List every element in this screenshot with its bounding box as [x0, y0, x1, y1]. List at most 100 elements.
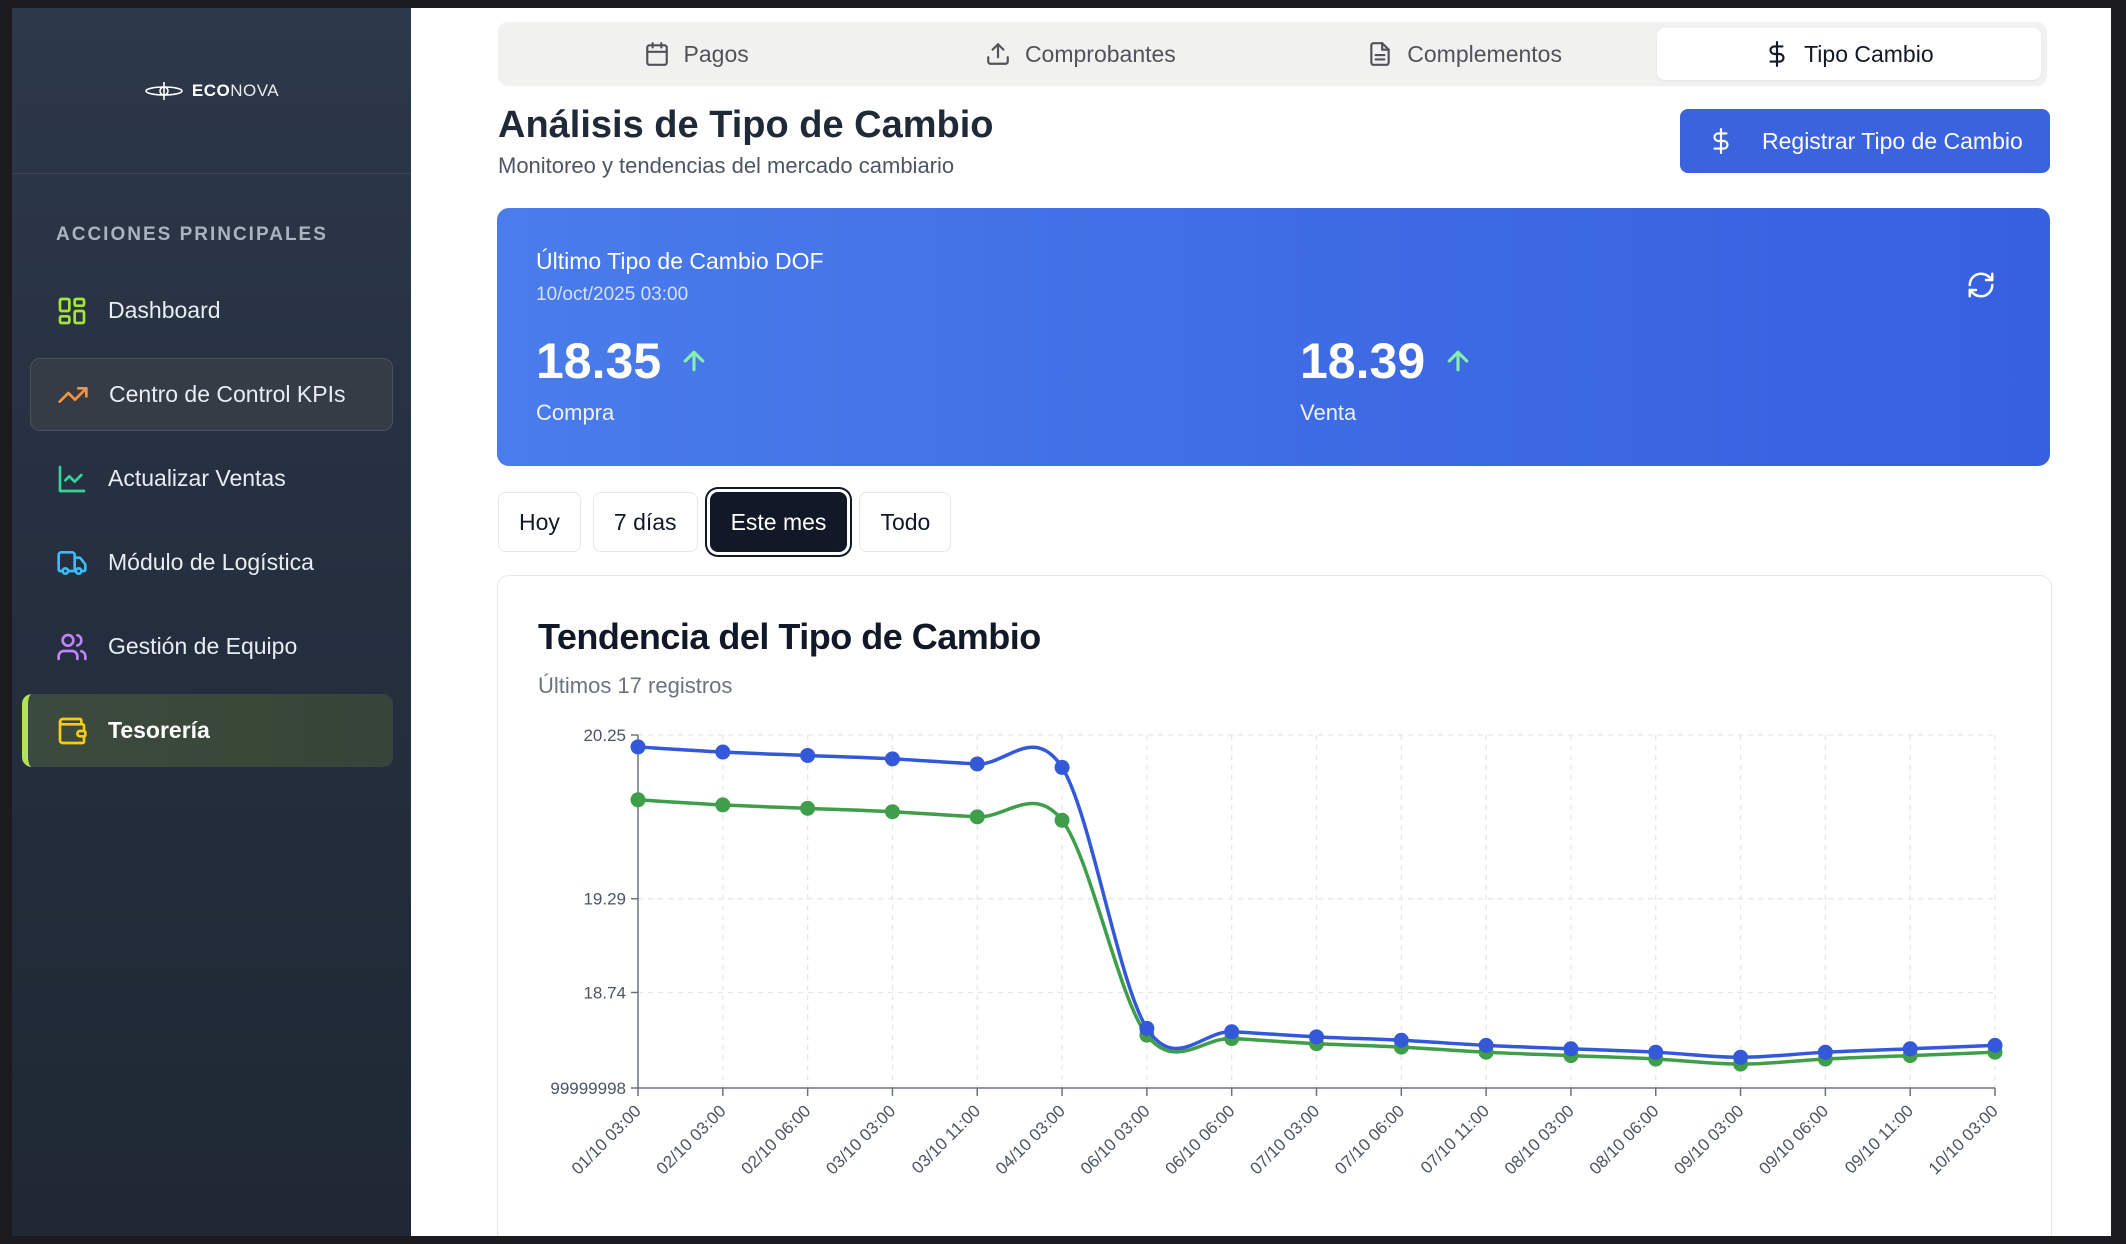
page-subtitle: Monitoreo y tendencias del mercado cambi…	[498, 153, 955, 178]
dollar-icon	[1713, 128, 1729, 154]
sell-rate-label: Venta	[1300, 400, 1357, 425]
tab-tipo-cambio[interactable]: Tipo Cambio	[1656, 28, 2041, 80]
tab-comprobantes[interactable]: Comprobantes	[888, 28, 1272, 80]
data-point	[1648, 1044, 1664, 1060]
buy-rate: 18.35	[536, 332, 709, 390]
data-point	[630, 792, 646, 808]
window-top-frame	[0, 0, 2126, 8]
trend-line-chart: 20.2519.2918.749999999801/10 03:00 02/10 …	[550, 726, 2003, 1178]
y-tick-label: 19.29	[583, 890, 626, 909]
calendar-icon	[645, 42, 668, 66]
users-icon	[56, 631, 88, 663]
data-point	[800, 800, 816, 816]
tab-complementos[interactable]: Complementos	[1273, 28, 1657, 80]
period-filters: Hoy 7 días Este mes Todo	[498, 492, 952, 552]
sidebar-nav: Dashboard Centro de Control KPIs Actuali…	[12, 274, 411, 767]
page-title: Análisis de Tipo de Cambio	[498, 104, 994, 146]
sidebar-section-title: ACCIONES PRINCIPALES	[56, 224, 328, 245]
data-point	[1817, 1044, 1833, 1060]
sidebar-item-kpis[interactable]: Centro de Control KPIs	[30, 358, 393, 431]
tab-bar: Pagos Comprobantes Complementos Tipo Cam…	[498, 22, 2047, 86]
brand-name-bold: ECO	[191, 80, 231, 100]
data-point	[1563, 1041, 1579, 1057]
data-point	[969, 809, 985, 825]
x-tick-label: 06/10 06:00	[1162, 1101, 1239, 1178]
filter-7-dias[interactable]: 7 días	[592, 492, 698, 552]
y-tick-label: 18.74	[583, 984, 626, 1003]
arrow-up-icon	[683, 350, 705, 372]
sell-rate: 18.39	[1300, 332, 1473, 390]
tab-label: Tipo Cambio	[1804, 40, 1934, 67]
upload-icon	[987, 43, 1009, 65]
sidebar-item-ventas[interactable]: Actualizar Ventas	[30, 442, 393, 515]
tab-label: Pagos	[683, 40, 749, 67]
x-tick-label: 06/10 03:00	[1077, 1101, 1154, 1178]
brand-logo[interactable]: ECONOVA	[12, 8, 411, 174]
data-point	[1309, 1029, 1324, 1045]
sidebar-item-equipo[interactable]: Gestión de Equipo	[30, 610, 393, 683]
x-tick-label: 03/10 11:00	[908, 1101, 984, 1177]
sidebar-item-dashboard[interactable]: Dashboard	[30, 274, 393, 347]
data-point	[1393, 1032, 1409, 1048]
truck-icon	[56, 547, 88, 579]
sidebar-item-label: Gestión de Equipo	[108, 633, 298, 659]
buy-rate-value: 18.35	[536, 333, 662, 389]
wallet-icon	[56, 715, 88, 747]
filter-todo[interactable]: Todo	[859, 492, 952, 552]
x-tick-label: 02/10 06:00	[738, 1101, 815, 1178]
x-tick-label: 07/10 11:00	[1417, 1101, 1493, 1177]
data-point	[884, 751, 900, 767]
data-point	[969, 756, 985, 772]
x-tick-label: 07/10 03:00	[1246, 1101, 1323, 1178]
filter-hoy[interactable]: Hoy	[498, 492, 581, 552]
x-tick-label: 02/10 03:00	[653, 1101, 730, 1178]
sidebar-item-label: Actualizar Ventas	[108, 465, 286, 491]
main-content: Pagos Comprobantes Complementos Tipo Cam…	[411, 8, 2111, 1236]
tab-label: Complementos	[1407, 40, 1562, 67]
filter-este-mes[interactable]: Este mes	[709, 492, 848, 552]
data-point	[1733, 1049, 1749, 1065]
sidebar-item-logistica[interactable]: Módulo de Logística	[30, 526, 393, 599]
sidebar-item-label: Dashboard	[108, 297, 221, 323]
sidebar-item-tesoreria[interactable]: Tesorería	[22, 694, 393, 767]
x-tick-label: 04/10 03:00	[992, 1101, 1069, 1178]
register-rate-button[interactable]: Registrar Tipo de Cambio	[1680, 109, 2050, 173]
orbit-logo-icon	[145, 81, 183, 100]
trend-chart-card: Tendencia del Tipo de Cambio Últimos 17 …	[497, 575, 2052, 1236]
buy-rate-label: Compra	[536, 400, 615, 425]
data-point	[1054, 812, 1070, 828]
x-tick-label: 08/10 06:00	[1586, 1101, 1663, 1178]
sell-rate-value: 18.39	[1300, 333, 1426, 389]
document-icon	[1370, 42, 1391, 66]
series-line-0	[637, 745, 1996, 1060]
data-point	[1987, 1037, 2003, 1053]
y-tick-label: 99999998	[550, 1079, 626, 1098]
sidebar-item-label: Módulo de Logística	[108, 549, 314, 575]
tab-pagos[interactable]: Pagos	[504, 28, 888, 80]
register-button-label: Registrar Tipo de Cambio	[1762, 127, 2023, 154]
grid-icon	[56, 295, 88, 327]
data-point	[715, 797, 731, 813]
x-tick-label: 08/10 03:00	[1501, 1101, 1578, 1178]
latest-rate-card: Último Tipo de Cambio DOF 10/oct/2025 03…	[497, 208, 2050, 466]
sidebar: ECONOVA ACCIONES PRINCIPALES Dashboard C…	[12, 8, 411, 1236]
rate-card-date: 10/oct/2025 03:00	[536, 284, 689, 305]
sidebar-item-label: Tesorería	[108, 717, 210, 743]
x-tick-label: 07/10 06:00	[1331, 1101, 1408, 1178]
data-point	[630, 739, 646, 755]
data-point	[1054, 759, 1070, 775]
data-point	[800, 747, 816, 763]
data-point	[1139, 1020, 1155, 1036]
arrow-up-icon	[1447, 350, 1469, 372]
refresh-icon[interactable]	[1966, 270, 1996, 300]
tab-label: Comprobantes	[1024, 40, 1176, 67]
x-tick-label: 10/10 03:00	[1925, 1101, 2002, 1178]
window-right-frame	[2111, 8, 2126, 1236]
line-chart-icon	[56, 463, 88, 495]
window-bottom-frame	[0, 1236, 2126, 1244]
dollar-icon	[1769, 41, 1785, 67]
rate-card-label: Último Tipo de Cambio DOF	[536, 248, 824, 274]
data-point	[884, 804, 900, 820]
x-tick-label: 03/10 03:00	[822, 1101, 899, 1178]
x-tick-label: 01/10 03:00	[568, 1101, 645, 1178]
